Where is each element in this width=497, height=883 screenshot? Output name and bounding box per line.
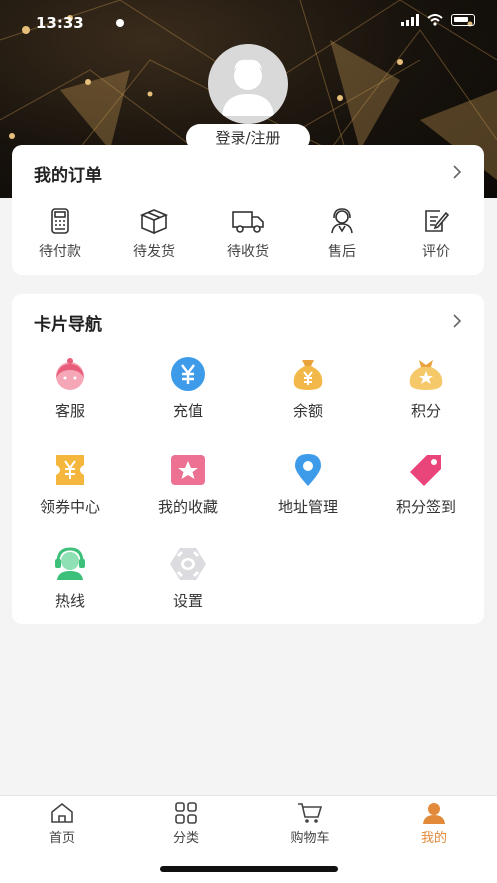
my-orders-title: 我的订单 — [34, 166, 102, 186]
order-after-sales[interactable]: 售后 — [302, 207, 382, 261]
nav-customer-service[interactable]: 客服 — [15, 356, 125, 421]
nav-balance[interactable]: 余额 — [253, 356, 363, 421]
tab-label: 分类 — [172, 831, 199, 846]
payment-terminal-icon — [51, 208, 69, 234]
nav-my-favorites[interactable]: 我的收藏 — [133, 452, 243, 517]
order-item-label: 评价 — [422, 244, 450, 260]
nav-recharge[interactable]: 充值 — [133, 356, 243, 421]
customer-service-icon — [56, 358, 84, 390]
tab-label: 首页 — [48, 831, 75, 846]
home-icon — [51, 802, 73, 823]
cellular-signal-icon — [401, 14, 419, 26]
nav-item-label: 充值 — [172, 402, 203, 420]
nav-points[interactable]: 积分 — [371, 356, 481, 421]
nav-item-label: 积分 — [410, 402, 441, 420]
money-bag-icon — [293, 360, 323, 390]
nav-item-label: 热线 — [54, 592, 85, 610]
nav-item-label: 积分签到 — [395, 498, 456, 516]
settings-gear-icon — [170, 548, 206, 580]
order-item-label: 售后 — [328, 244, 356, 260]
order-item-label: 待收货 — [227, 244, 269, 260]
wifi-icon — [427, 14, 443, 26]
chevron-right-icon[interactable] — [448, 312, 466, 330]
favorite-star-icon — [171, 455, 205, 485]
status-time: 13:33 — [36, 14, 84, 32]
nav-item-label: 设置 — [172, 592, 203, 610]
card-navigation-card: 卡片导航 客服 充值 余额 积分 领券中心 我的收藏 地址管理 积分签到 热线 … — [12, 294, 484, 624]
cart-icon — [298, 803, 323, 823]
status-bar: 13:33 — [0, 0, 497, 44]
tab-label: 购物车 — [290, 831, 330, 846]
tab-label: 我的 — [420, 831, 447, 846]
nav-item-label: 我的收藏 — [157, 498, 218, 516]
chevron-right-icon[interactable] — [448, 163, 466, 181]
points-bag-icon — [409, 360, 443, 390]
order-pending-shipment[interactable]: 待发货 — [114, 207, 194, 261]
user-icon — [423, 803, 445, 824]
order-item-label: 待发货 — [133, 244, 175, 260]
nav-item-label: 地址管理 — [277, 498, 338, 516]
nav-item-label: 客服 — [54, 402, 85, 420]
order-pending-payment[interactable]: 待付款 — [20, 207, 100, 261]
card-navigation-title: 卡片导航 — [34, 315, 102, 335]
hotline-headset-icon — [55, 547, 85, 580]
tab-mine[interactable]: 我的 — [372, 802, 496, 846]
tab-home[interactable]: 首页 — [0, 802, 124, 846]
yuan-recharge-icon — [171, 357, 205, 391]
tag-icon — [410, 455, 441, 486]
recording-dot-icon — [116, 19, 124, 27]
nav-hotline[interactable]: 热线 — [15, 546, 125, 611]
nav-coupon-center[interactable]: 领券中心 — [15, 452, 125, 517]
edit-review-icon — [425, 210, 450, 232]
order-item-label: 待付款 — [39, 244, 81, 260]
customer-service-agent-icon — [331, 208, 353, 234]
nav-points-checkin[interactable]: 积分签到 — [371, 452, 481, 517]
package-box-icon — [139, 209, 169, 235]
default-avatar-icon — [222, 59, 274, 116]
nav-item-label: 领券中心 — [39, 498, 100, 516]
status-indicators — [401, 14, 475, 26]
delivery-truck-icon — [232, 211, 264, 233]
nav-settings[interactable]: 设置 — [133, 546, 243, 611]
nav-address-management[interactable]: 地址管理 — [253, 452, 363, 517]
tab-cart[interactable]: 购物车 — [248, 802, 372, 846]
category-grid-icon — [175, 802, 197, 824]
location-pin-icon — [295, 454, 321, 486]
avatar[interactable] — [208, 44, 288, 124]
nav-item-label: 余额 — [292, 402, 323, 420]
order-pending-receipt[interactable]: 待收货 — [208, 207, 288, 261]
order-review[interactable]: 评价 — [396, 207, 476, 261]
coupon-icon — [56, 455, 84, 485]
battery-icon — [451, 14, 475, 26]
tab-category[interactable]: 分类 — [124, 802, 248, 846]
my-orders-card: 我的订单 待付款 待发货 待收货 售后 评价 — [12, 145, 484, 275]
home-indicator[interactable] — [160, 866, 338, 872]
